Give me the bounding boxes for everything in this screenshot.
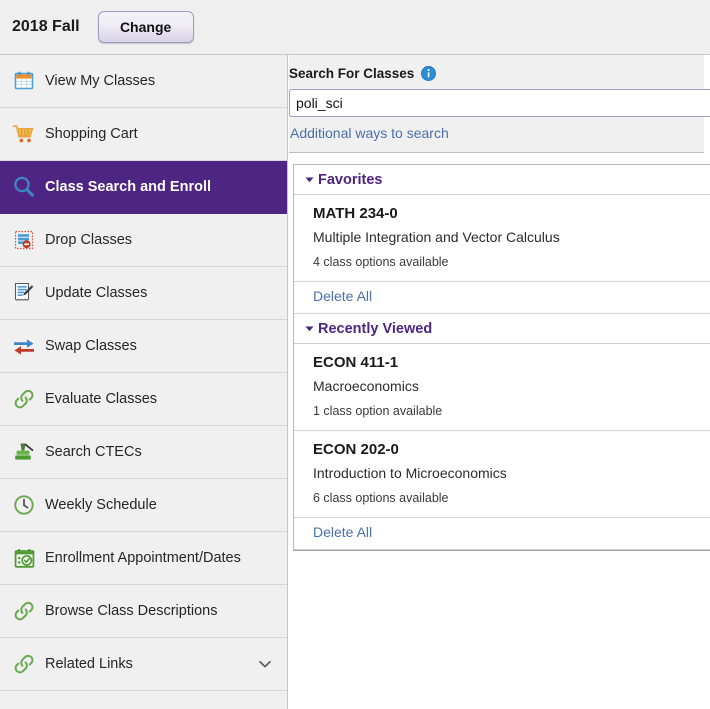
chevron-down-icon[interactable]	[257, 656, 273, 672]
list-item[interactable]: MATH 234-0 Multiple Integration and Vect…	[294, 195, 710, 282]
drop-list-icon	[9, 225, 39, 255]
course-title: Macroeconomics	[313, 378, 419, 394]
sidebar-item-update-classes[interactable]: Update Classes	[0, 267, 287, 320]
sidebar-item-related-links[interactable]: Related Links	[0, 638, 287, 691]
favorites-delete-all-row: Delete All	[294, 282, 710, 314]
delete-all-link[interactable]: Delete All	[313, 524, 372, 540]
sidebar-item-weekly-schedule[interactable]: Weekly Schedule	[0, 479, 287, 532]
sidebar-item-enrollment-appointment-dates[interactable]: Enrollment Appointment/Dates	[0, 532, 287, 585]
recently-viewed-delete-all-row: Delete All	[294, 518, 710, 550]
additional-ways-to-search-link[interactable]: Additional ways to search	[290, 125, 449, 141]
calendar-check-icon	[9, 543, 39, 573]
class-search-page: 2018 Fall Change View My Classes Shoppin…	[0, 0, 710, 709]
sidebar-item-label: Class Search and Enroll	[45, 179, 212, 195]
sidebar-item-label: Shopping Cart	[45, 126, 138, 142]
sidebar-item-label: Browse Class Descriptions	[45, 603, 218, 619]
sidebar-item-label: Search CTECs	[45, 444, 142, 460]
saved-courses-panel: Favorites MATH 234-0 Multiple Integratio…	[293, 164, 710, 551]
course-options-count: 6 class options available	[313, 491, 449, 505]
sidebar-item-label: Evaluate Classes	[45, 391, 158, 407]
list-item[interactable]: ECON 411-1 Macroeconomics 1 class option…	[294, 344, 710, 431]
swap-arrows-icon	[9, 331, 39, 361]
link-chain-icon	[9, 596, 39, 626]
search-title-row: Search For Classes	[289, 63, 704, 83]
course-title: Introduction to Microeconomics	[313, 465, 507, 481]
main-content: Search For Classes Additional ways to se…	[289, 55, 710, 709]
recently-viewed-section-header[interactable]: Recently Viewed	[294, 314, 710, 344]
stamp-icon	[9, 437, 39, 467]
search-for-classes-block: Search For Classes Additional ways to se…	[289, 55, 710, 153]
list-item[interactable]: ECON 202-0 Introduction to Microeconomic…	[294, 431, 710, 518]
sidebar: View My Classes Shopping Cart Class Sear…	[0, 55, 288, 709]
favorites-section-header[interactable]: Favorites	[294, 165, 710, 195]
sidebar-item-class-search-and-enroll[interactable]: Class Search and Enroll	[0, 161, 287, 214]
sidebar-item-swap-classes[interactable]: Swap Classes	[0, 320, 287, 373]
favorites-title: Favorites	[318, 171, 383, 188]
sidebar-item-label: Drop Classes	[45, 232, 133, 248]
magnifier-icon	[9, 172, 39, 202]
calendar-icon	[9, 66, 39, 96]
sidebar-item-label: Related Links	[45, 656, 133, 672]
sidebar-item-search-ctecs[interactable]: Search CTECs	[0, 426, 287, 479]
search-input[interactable]	[289, 89, 710, 117]
sidebar-item-browse-class-descriptions[interactable]: Browse Class Descriptions	[0, 585, 287, 638]
course-code: MATH 234-0	[313, 205, 398, 222]
course-code: ECON 411-1	[313, 354, 399, 371]
info-icon[interactable]	[421, 65, 437, 81]
link-chain-icon	[9, 384, 39, 414]
edit-document-icon	[9, 278, 39, 308]
sidebar-item-label: Update Classes	[45, 285, 148, 301]
sidebar-item-label: View My Classes	[45, 73, 156, 89]
sidebar-item-label: Enrollment Appointment/Dates	[45, 550, 241, 566]
sidebar-item-view-my-classes[interactable]: View My Classes	[0, 55, 287, 108]
link-chain-icon	[9, 649, 39, 679]
course-options-count: 1 class option available	[313, 404, 443, 418]
course-options-count: 4 class options available	[313, 255, 449, 269]
course-title: Multiple Integration and Vector Calculus	[313, 229, 560, 245]
caret-down-icon	[302, 323, 316, 334]
sidebar-item-evaluate-classes[interactable]: Evaluate Classes	[0, 373, 287, 426]
search-for-classes-label: Search For Classes	[289, 65, 415, 81]
top-bar: 2018 Fall Change	[0, 0, 710, 55]
sidebar-item-label: Swap Classes	[45, 338, 137, 354]
course-code: ECON 202-0	[313, 441, 399, 458]
sidebar-item-label: Weekly Schedule	[45, 497, 157, 513]
sidebar-item-shopping-cart[interactable]: Shopping Cart	[0, 108, 287, 161]
recently-viewed-title: Recently Viewed	[318, 320, 433, 337]
sidebar-item-drop-classes[interactable]: Drop Classes	[0, 214, 287, 267]
term-label: 2018 Fall	[12, 18, 80, 35]
delete-all-link[interactable]: Delete All	[313, 288, 372, 304]
caret-down-icon	[302, 174, 316, 185]
shopping-cart-icon	[9, 119, 39, 149]
change-term-button[interactable]: Change	[97, 11, 194, 43]
clock-icon	[9, 490, 39, 520]
